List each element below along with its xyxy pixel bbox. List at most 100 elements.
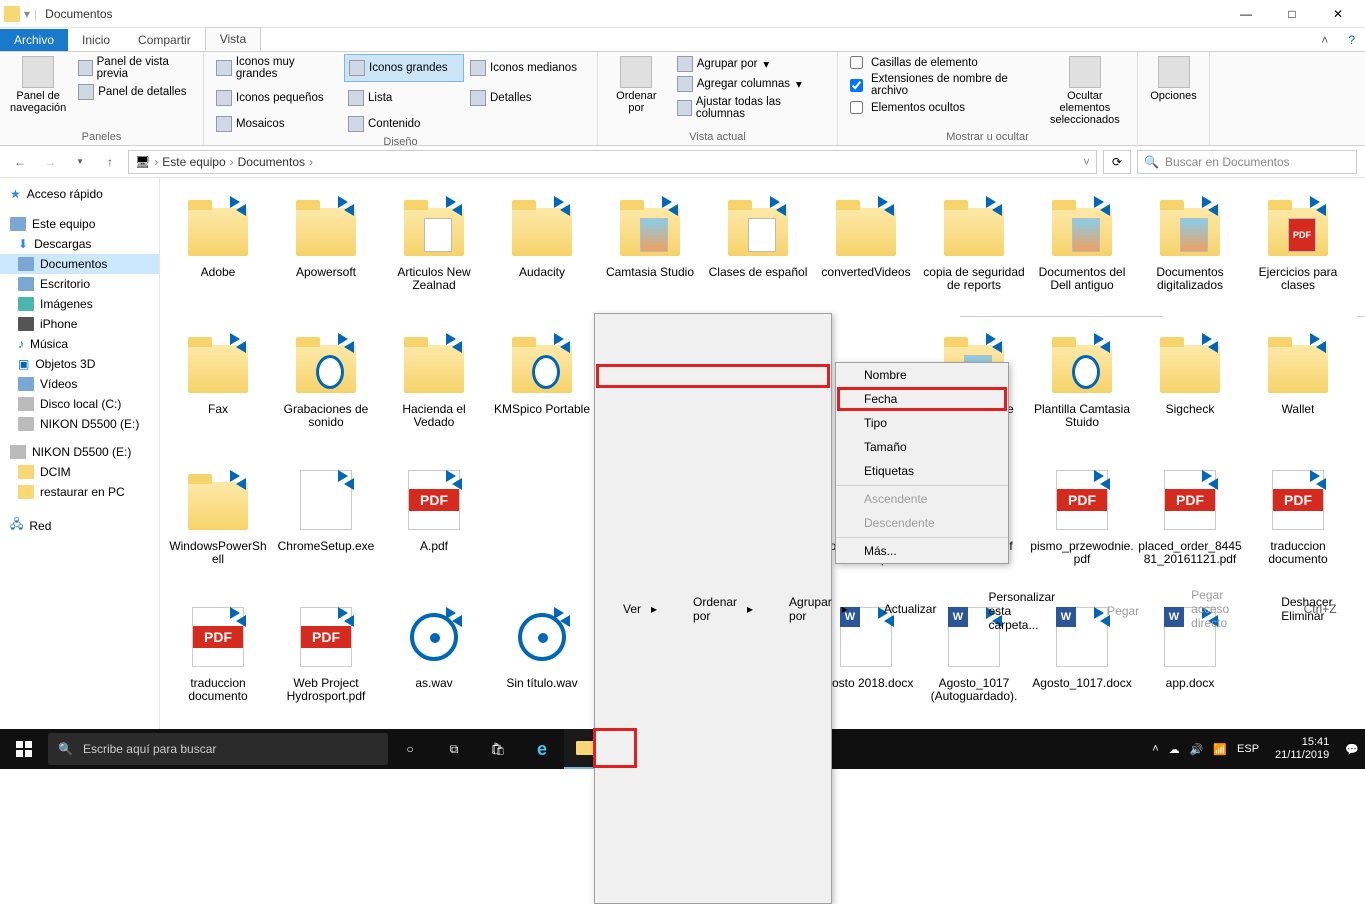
tree-this-pc[interactable]: Este equipo [0, 214, 159, 234]
tree-network[interactable]: 🖧Red [0, 512, 159, 539]
tree-videos[interactable]: Vídeos [0, 374, 159, 394]
taskbar-search[interactable]: 🔍 Escribe aquí para buscar [48, 733, 388, 765]
nav-pane-button[interactable]: Panel de navegación [8, 54, 68, 116]
tab-view[interactable]: Vista [205, 27, 261, 51]
forward-button[interactable]: → [38, 150, 62, 174]
tree-3d-objects[interactable]: ▣Objetos 3D [0, 354, 159, 374]
file-item[interactable]: PDFA.pdf [380, 460, 488, 597]
maximize-button[interactable]: □ [1269, 0, 1315, 28]
file-item[interactable]: ChromeSetup.exe [272, 460, 380, 597]
qat-dropdown-icon[interactable]: ▾ [24, 7, 30, 21]
file-item[interactable]: Sin título.wav [488, 597, 596, 734]
tree-dcim[interactable]: DCIM [0, 462, 159, 482]
file-item[interactable]: Documentos digitalizados [1136, 186, 1244, 323]
preview-pane-button[interactable]: Panel de vista previa [74, 54, 195, 82]
task-view-button[interactable]: ⧉ [432, 729, 476, 769]
layout-small[interactable]: Iconos pequeños [212, 88, 342, 108]
file-item[interactable]: Clases de español [704, 186, 812, 323]
file-item[interactable]: Articulos New Zealnad [380, 186, 488, 323]
start-button[interactable] [0, 729, 48, 769]
crumb-root[interactable]: Este equipo [162, 155, 225, 169]
store-icon[interactable]: 🛍 [476, 729, 520, 769]
file-label: Documentos del Dell antiguo [1030, 266, 1134, 292]
tree-nikon2[interactable]: NIKON D5500 (E:) [0, 442, 159, 462]
minimize-button[interactable]: — [1223, 0, 1269, 28]
address-dropdown-icon[interactable]: ˅ [1083, 155, 1090, 169]
sub-tags[interactable]: Etiquetas [836, 459, 1008, 483]
tree-restore[interactable]: restaurar en PC [0, 482, 159, 502]
layout-details[interactable]: Detalles [466, 88, 586, 108]
file-item[interactable]: Audacity [488, 186, 596, 323]
file-item[interactable]: Camtasia Studio [596, 186, 704, 323]
tab-home[interactable]: Inicio [68, 29, 124, 51]
file-item[interactable]: PDFtraduccion documento [164, 597, 272, 734]
ctx-view[interactable]: Ver▸ [595, 314, 665, 903]
cortana-button[interactable]: ○ [388, 729, 432, 769]
add-columns-button[interactable]: Agregar columnas▾ [673, 74, 829, 94]
file-item[interactable]: PDFWeb Project Hydrosport.pdf [272, 597, 380, 734]
file-item[interactable]: KMSpico Portable [488, 323, 596, 460]
ctx-sort[interactable]: Ordenar por▸ [665, 314, 761, 903]
tree-iphone[interactable]: iPhone [0, 314, 159, 334]
crumb-folder[interactable]: Documentos [238, 155, 305, 169]
item-checkboxes[interactable]: Casillas de elemento [846, 54, 1035, 71]
tree-nikon1[interactable]: NIKON D5500 (E:) [0, 414, 159, 434]
file-item[interactable]: WindowsPowerShell [164, 460, 272, 597]
file-item[interactable]: copia de seguridad de reports [920, 186, 1028, 323]
layout-tiles[interactable]: Mosaicos [212, 114, 342, 134]
close-button[interactable]: ✕ [1315, 0, 1361, 28]
back-button[interactable]: ← [8, 150, 32, 174]
tree-quick-access[interactable]: ★Acceso rápido [0, 184, 159, 204]
layout-medium[interactable]: Iconos medianos [466, 54, 586, 82]
recent-locations-button[interactable]: ▾ [68, 150, 92, 174]
hide-selected-button[interactable]: Ocultar elementos seleccionados [1041, 54, 1129, 128]
details-pane-button[interactable]: Panel de detalles [74, 82, 195, 102]
file-item[interactable]: as.wav [380, 597, 488, 734]
context-submenu-group-by[interactable]: Nombre Fecha Tipo Tamaño Etiquetas Ascen… [835, 362, 1009, 564]
file-label: Ejercicios para clases [1246, 266, 1350, 292]
file-item[interactable]: Adobe [164, 186, 272, 323]
up-button[interactable]: ↑ [98, 150, 122, 174]
options-button[interactable]: Opciones [1146, 54, 1201, 104]
layout-large[interactable]: Iconos grandes [344, 54, 464, 82]
tree-music[interactable]: ♪Música [0, 334, 159, 354]
ribbon-collapse-button[interactable]: ˄ [1311, 29, 1338, 51]
tree-downloads[interactable]: ⬇Descargas [0, 234, 159, 254]
context-menu[interactable]: Ver▸ Ordenar por▸ Agrupar por▸ Actualiza… [594, 313, 832, 904]
breadcrumb[interactable]: 🖥 › Este equipo › Documentos › ˅ [128, 150, 1097, 174]
sort-by-button[interactable]: Ordenar por [606, 54, 667, 116]
sub-more[interactable]: Más... [836, 537, 1008, 563]
group-by-button[interactable]: Agrupar por▾ [673, 54, 829, 74]
file-label: Audacity [519, 266, 565, 279]
file-item[interactable]: Apowersoft [272, 186, 380, 323]
layout-content[interactable]: Contenido [344, 114, 464, 134]
file-item[interactable]: Grabaciones de sonido [272, 323, 380, 460]
search-box[interactable]: 🔍 Buscar en Documentos [1137, 150, 1357, 174]
file-extensions[interactable]: Extensiones de nombre de archivo [846, 71, 1035, 99]
tree-documents[interactable]: Documentos [0, 254, 159, 274]
tab-share[interactable]: Compartir [124, 29, 205, 51]
layout-extra-large[interactable]: Iconos muy grandes [212, 54, 342, 82]
size-columns-button[interactable]: Ajustar todas las columnas [673, 94, 829, 122]
ctx-undo[interactable]: Deshacer EliminarCtrl+Z [1253, 314, 1356, 903]
sub-type[interactable]: Tipo [836, 411, 1008, 435]
tree-local-disk[interactable]: Disco local (C:) [0, 394, 159, 414]
file-item[interactable]: Fax [164, 323, 272, 460]
sub-name[interactable]: Nombre [836, 363, 1008, 387]
sub-size[interactable]: Tamaño [836, 435, 1008, 459]
ctx-grant-access[interactable]: Conceder acceso a▸ [1357, 316, 1365, 903]
file-item[interactable]: Documentos del Dell antiguo [1028, 186, 1136, 323]
refresh-button[interactable]: ⟳ [1103, 150, 1131, 174]
edge-icon[interactable]: e [520, 729, 564, 769]
tree-pictures[interactable]: Imágenes [0, 294, 159, 314]
sub-date[interactable]: Fecha [836, 387, 1008, 411]
hidden-items[interactable]: Elementos ocultos [846, 99, 1035, 116]
file-item[interactable]: PDFEjercicios para clases [1244, 186, 1352, 323]
file-item[interactable]: convertedVideos [812, 186, 920, 323]
file-item[interactable]: Hacienda el Vedado [380, 323, 488, 460]
navigation-tree[interactable]: ★Acceso rápido Este equipo ⬇Descargas Do… [0, 178, 160, 769]
help-button[interactable]: ? [1338, 29, 1365, 51]
layout-list[interactable]: Lista [344, 88, 464, 108]
tree-desktop[interactable]: Escritorio [0, 274, 159, 294]
tab-file[interactable]: Archivo [0, 29, 68, 51]
